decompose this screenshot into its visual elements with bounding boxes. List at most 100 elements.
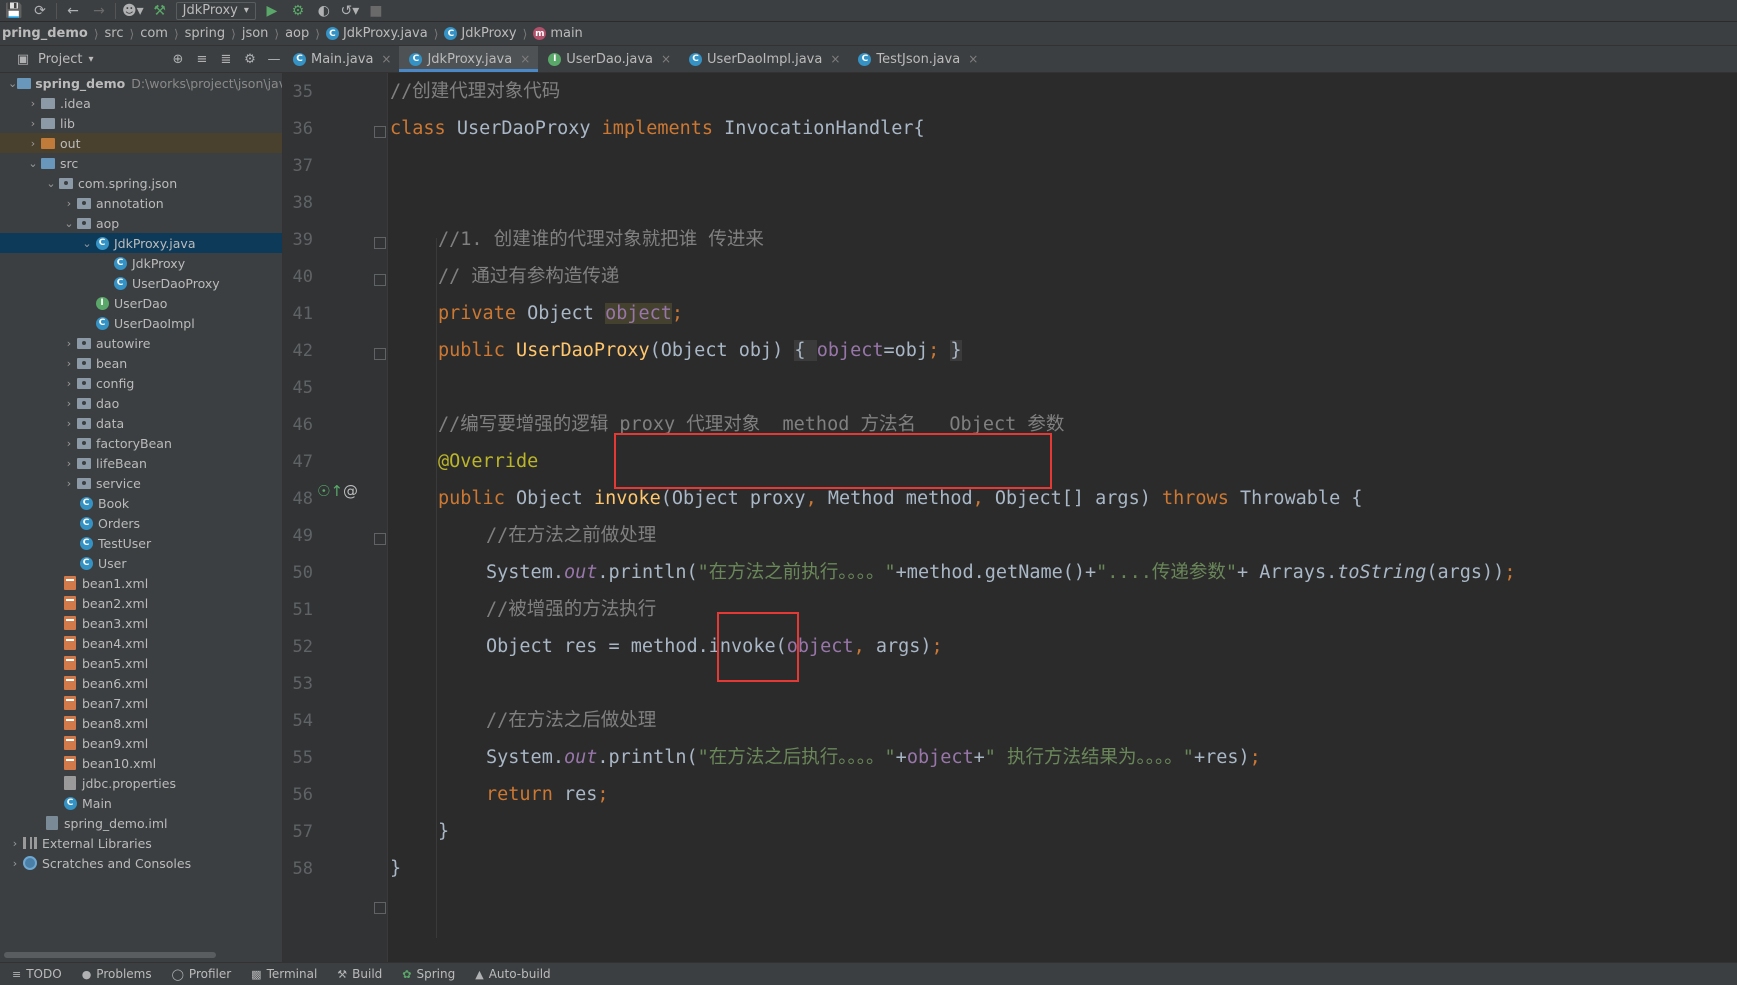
save-all-icon[interactable]: 💾: [4, 2, 24, 20]
sync-icon[interactable]: ⟳: [30, 2, 50, 20]
chevron-right-icon[interactable]: ›: [26, 137, 40, 150]
tree-item-autowire[interactable]: › autowire: [0, 333, 282, 353]
breadcrumb-com[interactable]: com: [140, 26, 168, 41]
tree-item-bean9-xml[interactable]: bean9.xml: [0, 733, 282, 753]
coverage-icon[interactable]: ◐: [314, 2, 334, 20]
tree-item-jdkproxy-java[interactable]: ⌄ C JdkProxy.java: [0, 233, 282, 253]
tree-item-src[interactable]: ⌄ src: [0, 153, 282, 173]
locate-file-icon[interactable]: ⊕: [169, 52, 187, 67]
tree-item-bean4-xml[interactable]: bean4.xml: [0, 633, 282, 653]
chevron-right-icon[interactable]: ›: [26, 97, 40, 110]
breadcrumb-json[interactable]: json: [242, 26, 269, 41]
breadcrumb-method[interactable]: m main: [533, 26, 583, 41]
expand-all-icon[interactable]: ≡: [193, 52, 211, 67]
tree-item-bean[interactable]: › bean: [0, 353, 282, 373]
chevron-right-icon[interactable]: ›: [26, 117, 40, 130]
tree-item-data[interactable]: › data: [0, 413, 282, 433]
chevron-right-icon[interactable]: ›: [62, 337, 76, 350]
tree-item-lifebean[interactable]: › lifeBean: [0, 453, 282, 473]
breadcrumb-aop[interactable]: aop: [285, 26, 309, 41]
tree-item-dao[interactable]: › dao: [0, 393, 282, 413]
tree-horizontal-scrollbar[interactable]: [4, 952, 216, 958]
chevron-down-icon[interactable]: ▾: [88, 54, 93, 65]
fold-marker-icon[interactable]: [374, 533, 386, 545]
tree-item-root[interactable]: ⌄ spring_demo D:\works\project\json\java: [0, 73, 282, 93]
build-hammer-icon[interactable]: ⚒: [150, 2, 170, 20]
close-icon[interactable]: ×: [381, 52, 391, 66]
chevron-right-icon[interactable]: ›: [8, 837, 22, 850]
chevron-right-icon[interactable]: ›: [62, 437, 76, 450]
tree-item-jdbc-properties[interactable]: jdbc.properties: [0, 773, 282, 793]
tree-item-config[interactable]: › config: [0, 373, 282, 393]
annotation-at-icon[interactable]: @: [343, 482, 358, 500]
chevron-down-icon[interactable]: ⌄: [26, 157, 40, 170]
tree-item-user[interactable]: C User: [0, 553, 282, 573]
tab-main-java[interactable]: C Main.java ×: [283, 46, 399, 72]
back-arrow-icon[interactable]: ←: [63, 2, 83, 20]
tab-userdaoimpl-java[interactable]: C UserDaoImpl.java ×: [679, 46, 848, 72]
tree-item-main[interactable]: C Main: [0, 793, 282, 813]
tree-item-bean10-xml[interactable]: bean10.xml: [0, 753, 282, 773]
tab-userdao-java[interactable]: I UserDao.java ×: [538, 46, 679, 72]
tree-item-aop[interactable]: ⌄ aop: [0, 213, 282, 233]
tree-item-userdaoimpl[interactable]: C UserDaoImpl: [0, 313, 282, 333]
tree-item-package[interactable]: ⌄ com.spring.json: [0, 173, 282, 193]
stop-icon[interactable]: ■: [366, 2, 386, 20]
close-icon[interactable]: ×: [520, 52, 530, 66]
tree-item-bean8-xml[interactable]: bean8.xml: [0, 713, 282, 733]
tree-item-userdao[interactable]: I UserDao: [0, 293, 282, 313]
tree-item-idea[interactable]: › .idea: [0, 93, 282, 113]
chevron-right-icon[interactable]: ›: [62, 477, 76, 490]
project-panel-title[interactable]: Project: [38, 52, 82, 67]
problems-button[interactable]: ● Problems: [82, 967, 152, 981]
user-icon[interactable]: ☻▾: [122, 2, 144, 20]
breadcrumb-class[interactable]: C JdkProxy: [444, 26, 517, 41]
tab-jdkproxy-java[interactable]: C JdkProxy.java ×: [399, 46, 539, 72]
chevron-right-icon[interactable]: ›: [62, 417, 76, 430]
build-button[interactable]: ⚒ Build: [337, 967, 382, 981]
chevron-down-icon[interactable]: ⌄: [44, 177, 58, 190]
tree-item-lib[interactable]: › lib: [0, 113, 282, 133]
run-icon[interactable]: ▶: [262, 2, 282, 20]
spring-button[interactable]: ✿ Spring: [402, 967, 455, 981]
tab-testjson-java[interactable]: C TestJson.java ×: [848, 46, 986, 72]
forward-arrow-icon[interactable]: →: [89, 2, 109, 20]
tree-item-book[interactable]: C Book: [0, 493, 282, 513]
profiler-button[interactable]: ◯ Profiler: [172, 967, 232, 981]
terminal-button[interactable]: ▩ Terminal: [251, 967, 317, 981]
code-editor[interactable]: //创建代理对象代码 class UserDaoProxy implements…: [388, 73, 1737, 962]
tree-item-bean2-xml[interactable]: bean2.xml: [0, 593, 282, 613]
run-configuration-select[interactable]: JdkProxy ▾: [175, 1, 256, 20]
close-icon[interactable]: ×: [830, 52, 840, 66]
tree-item-bean1-xml[interactable]: bean1.xml: [0, 573, 282, 593]
chevron-down-icon[interactable]: ⌄: [80, 237, 94, 250]
tree-item-scratches[interactable]: › Scratches and Consoles: [0, 853, 282, 873]
close-icon[interactable]: ×: [968, 52, 978, 66]
chevron-down-icon[interactable]: ⌄: [8, 77, 17, 90]
debug-icon[interactable]: ⚙: [288, 2, 308, 20]
fold-marker-icon[interactable]: [374, 126, 386, 138]
breadcrumb-src[interactable]: src: [105, 26, 124, 41]
breadcrumb-file[interactable]: C JdkProxy.java: [325, 26, 428, 41]
tree-item-annotation[interactable]: › annotation: [0, 193, 282, 213]
tree-item-iml[interactable]: spring_demo.iml: [0, 813, 282, 833]
breadcrumb-spring[interactable]: spring: [185, 26, 225, 41]
collapse-all-icon[interactable]: ≣: [217, 52, 235, 67]
hide-panel-icon[interactable]: —: [265, 52, 283, 67]
fold-marker-icon[interactable]: [374, 902, 386, 914]
chevron-right-icon[interactable]: ›: [62, 397, 76, 410]
chevron-right-icon[interactable]: ›: [62, 377, 76, 390]
tree-item-bean3-xml[interactable]: bean3.xml: [0, 613, 282, 633]
tree-item-bean5-xml[interactable]: bean5.xml: [0, 653, 282, 673]
tree-item-testuser[interactable]: C TestUser: [0, 533, 282, 553]
todo-button[interactable]: ≡ TODO: [12, 967, 62, 981]
fold-marker-icon[interactable]: [374, 274, 386, 286]
chevron-right-icon[interactable]: ›: [8, 857, 22, 870]
gear-icon[interactable]: ⚙: [241, 52, 259, 67]
tree-item-external-libraries[interactable]: › External Libraries: [0, 833, 282, 853]
chevron-right-icon[interactable]: ›: [62, 457, 76, 470]
tree-item-factorybean[interactable]: › factoryBean: [0, 433, 282, 453]
auto-build-button[interactable]: ▲ Auto-build: [475, 967, 550, 981]
tree-item-service[interactable]: › service: [0, 473, 282, 493]
close-icon[interactable]: ×: [661, 52, 671, 66]
